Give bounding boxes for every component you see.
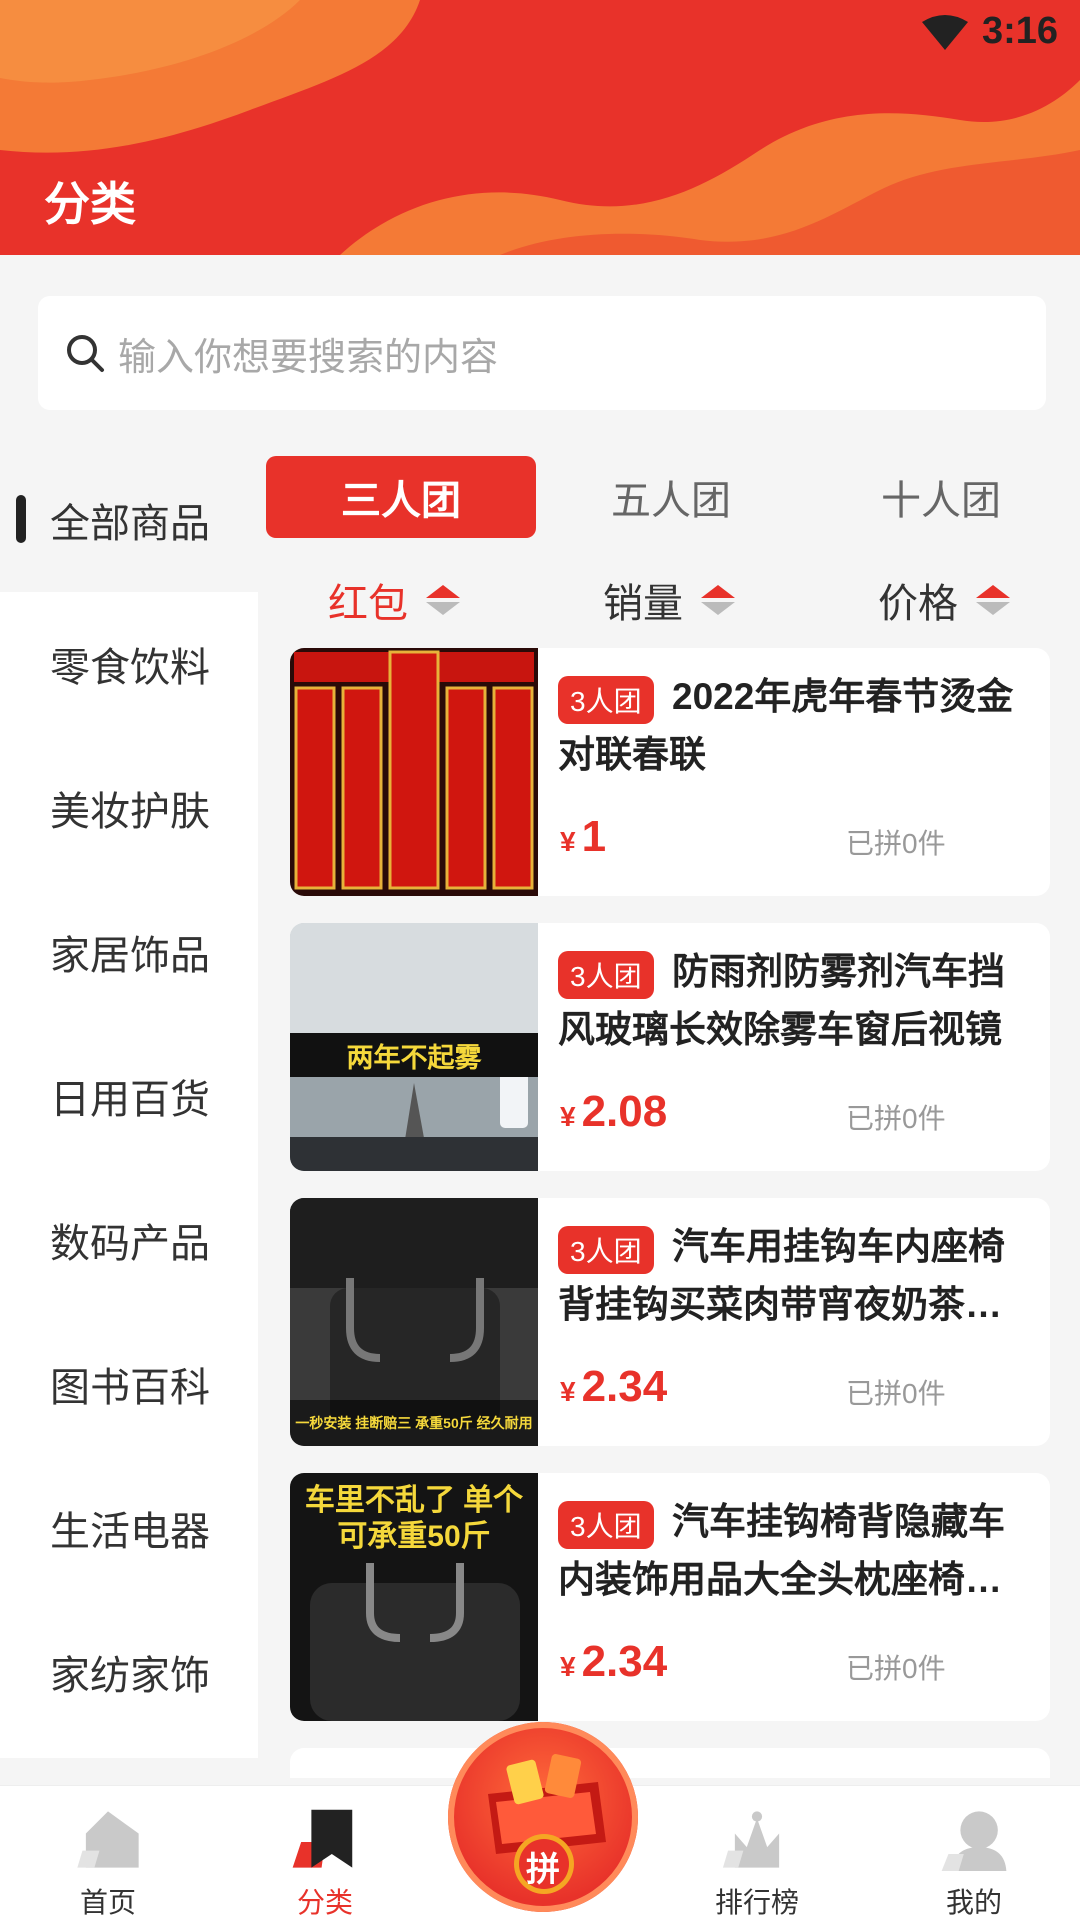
sidebar-item-home-decor[interactable]: 家居饰品 <box>0 880 258 1024</box>
sold-count: 已拼0件 <box>846 828 946 859</box>
sort-sales[interactable]: 销量 <box>603 572 735 628</box>
sold-count: 已拼0件 <box>846 1378 946 1409</box>
sidebar-item-beauty[interactable]: 美妆护肤 <box>0 736 258 880</box>
sort-label: 红包 <box>328 582 408 626</box>
status-time: 3:16 <box>981 10 1058 52</box>
sidebar-item-label: 家纺家饰 <box>50 1654 210 1698</box>
product-image-couplets <box>290 648 538 896</box>
wifi-icon <box>922 15 968 50</box>
currency-symbol: ¥ <box>560 826 576 857</box>
user-icon <box>941 1811 1007 1871</box>
tab-label: 十人团 <box>881 479 1001 523</box>
product-title: 汽车用挂钩车内座椅背挂钩买菜肉带宵夜奶茶挂钩 <box>558 1226 1005 1325</box>
nav-category[interactable]: 分类 <box>250 1786 400 1920</box>
sidebar-item-label: 图书百科 <box>50 1366 210 1410</box>
category-sidebar: 全部商品 零食饮料 美妆护肤 家居饰品 日用百货 数码产品 图书百科 生活电器 … <box>0 448 258 1758</box>
header: 3:16 分类 <box>0 0 1080 255</box>
product-card[interactable]: 车里不乱了 单个可承重50斤 3人团 汽车挂钩椅背隐藏车内装饰用品大全头枕座椅挂… <box>290 1473 1050 1721</box>
sort-price[interactable]: 价格 <box>878 572 1010 628</box>
price-value: 2.34 <box>581 1637 668 1686</box>
product-title: 防雨剂防雾剂汽车挡风玻璃长效除雾车窗后视镜 <box>558 951 1005 1050</box>
product-price: ¥ 2.34 <box>560 1362 667 1412</box>
product-title: 2022年虎年春节烫金对联春联 <box>558 676 1014 775</box>
sort-label: 销量 <box>603 582 683 626</box>
sort-arrows-icon <box>701 585 735 615</box>
nav-ranking[interactable]: 排行榜 <box>682 1786 832 1920</box>
product-image-caption: 一秒安装 挂断赔三 承重50斤 经久耐用 <box>290 1400 538 1446</box>
search-icon <box>67 335 104 372</box>
sidebar-item-daily[interactable]: 日用百货 <box>0 1024 258 1168</box>
search-input[interactable]: 输入你想要搜索的内容 <box>38 296 1046 410</box>
page-title: 分类 <box>44 178 136 230</box>
group-buy-center-button[interactable]: 拼 <box>448 1722 638 1912</box>
center-button-label: 拼 <box>526 1851 560 1889</box>
product-price: ¥ 2.08 <box>560 1087 667 1137</box>
product-card[interactable]: 3人团 2022年虎年春节烫金对联春联 ¥ 1 已拼0件 <box>290 648 1050 896</box>
header-waves <box>0 0 1080 255</box>
product-title: 汽车挂钩椅背隐藏车内装饰用品大全头枕座椅挂钩 <box>558 1501 1005 1600</box>
sidebar-item-label: 美妆护肤 <box>50 790 210 834</box>
product-price: ¥ 1 <box>560 812 606 862</box>
product-card[interactable]: 一秒安装 挂断赔三 承重50斤 经久耐用 3人团 汽车用挂钩车内座椅背挂钩买菜肉… <box>290 1198 1050 1446</box>
sidebar-item-label: 家居饰品 <box>50 934 210 978</box>
product-image-headrest-hook: 车里不乱了 单个可承重50斤 <box>290 1473 538 1721</box>
sort-label: 价格 <box>878 582 958 626</box>
nav-label: 我的 <box>945 1887 1002 1918</box>
crown-icon <box>722 1811 780 1868</box>
sort-red-packet[interactable]: 红包 <box>328 572 460 628</box>
nav-label: 分类 <box>296 1887 353 1918</box>
sidebar-item-snacks[interactable]: 零食饮料 <box>0 592 258 736</box>
tab-label: 三人团 <box>341 479 461 523</box>
price-value: 1 <box>581 812 607 861</box>
tab-ten-person-group[interactable]: 十人团 <box>806 456 1076 538</box>
sidebar-item-label: 数码产品 <box>50 1222 210 1266</box>
sidebar-item-books[interactable]: 图书百科 <box>0 1312 258 1456</box>
bookmark-icon <box>292 1809 353 1868</box>
currency-symbol: ¥ <box>560 1101 576 1132</box>
home-icon <box>77 1811 139 1868</box>
sidebar-item-label: 全部商品 <box>50 502 210 546</box>
sidebar-item-appliances[interactable]: 生活电器 <box>0 1456 258 1600</box>
nav-home[interactable]: 首页 <box>33 1786 183 1920</box>
product-price: ¥ 2.34 <box>560 1637 667 1687</box>
currency-symbol: ¥ <box>560 1651 576 1682</box>
sidebar-item-all[interactable]: 全部商品 <box>0 448 258 592</box>
price-value: 2.34 <box>581 1362 668 1411</box>
sidebar-item-textiles[interactable]: 家纺家饰 <box>0 1600 258 1744</box>
tab-five-person-group[interactable]: 五人团 <box>536 456 806 538</box>
price-value: 2.08 <box>581 1087 668 1136</box>
sidebar-item-digital[interactable]: 数码产品 <box>0 1168 258 1312</box>
sort-arrows-icon <box>426 585 460 615</box>
search-placeholder: 输入你想要搜索的内容 <box>118 336 499 379</box>
product-card[interactable]: 两年不起雾 3人团 防雨剂防雾剂汽车挡风玻璃长效除雾车窗后视镜 ¥ 2.08 已… <box>290 923 1050 1171</box>
sidebar-item-label: 生活电器 <box>50 1510 210 1554</box>
product-image-antifog: 两年不起雾 <box>290 923 538 1171</box>
product-image-caption: 车里不乱了 单个可承重50斤 <box>304 1484 524 1553</box>
sold-count: 已拼0件 <box>846 1103 946 1134</box>
sidebar-item-label: 零食饮料 <box>50 646 210 690</box>
sold-count: 已拼0件 <box>846 1653 946 1684</box>
nav-mine[interactable]: 我的 <box>899 1786 1049 1920</box>
tab-label: 五人团 <box>611 479 731 523</box>
sidebar-item-label: 日用百货 <box>50 1078 210 1122</box>
product-image-caption: 两年不起雾 <box>290 1033 538 1077</box>
nav-label: 排行榜 <box>714 1887 799 1918</box>
nav-label: 首页 <box>79 1887 136 1918</box>
tab-three-person-group[interactable]: 三人团 <box>266 456 536 538</box>
sort-arrows-icon <box>976 585 1010 615</box>
product-card-partial <box>290 1748 1050 1778</box>
currency-symbol: ¥ <box>560 1376 576 1407</box>
product-image-seat-hook: 一秒安装 挂断赔三 承重50斤 经久耐用 <box>290 1198 538 1446</box>
